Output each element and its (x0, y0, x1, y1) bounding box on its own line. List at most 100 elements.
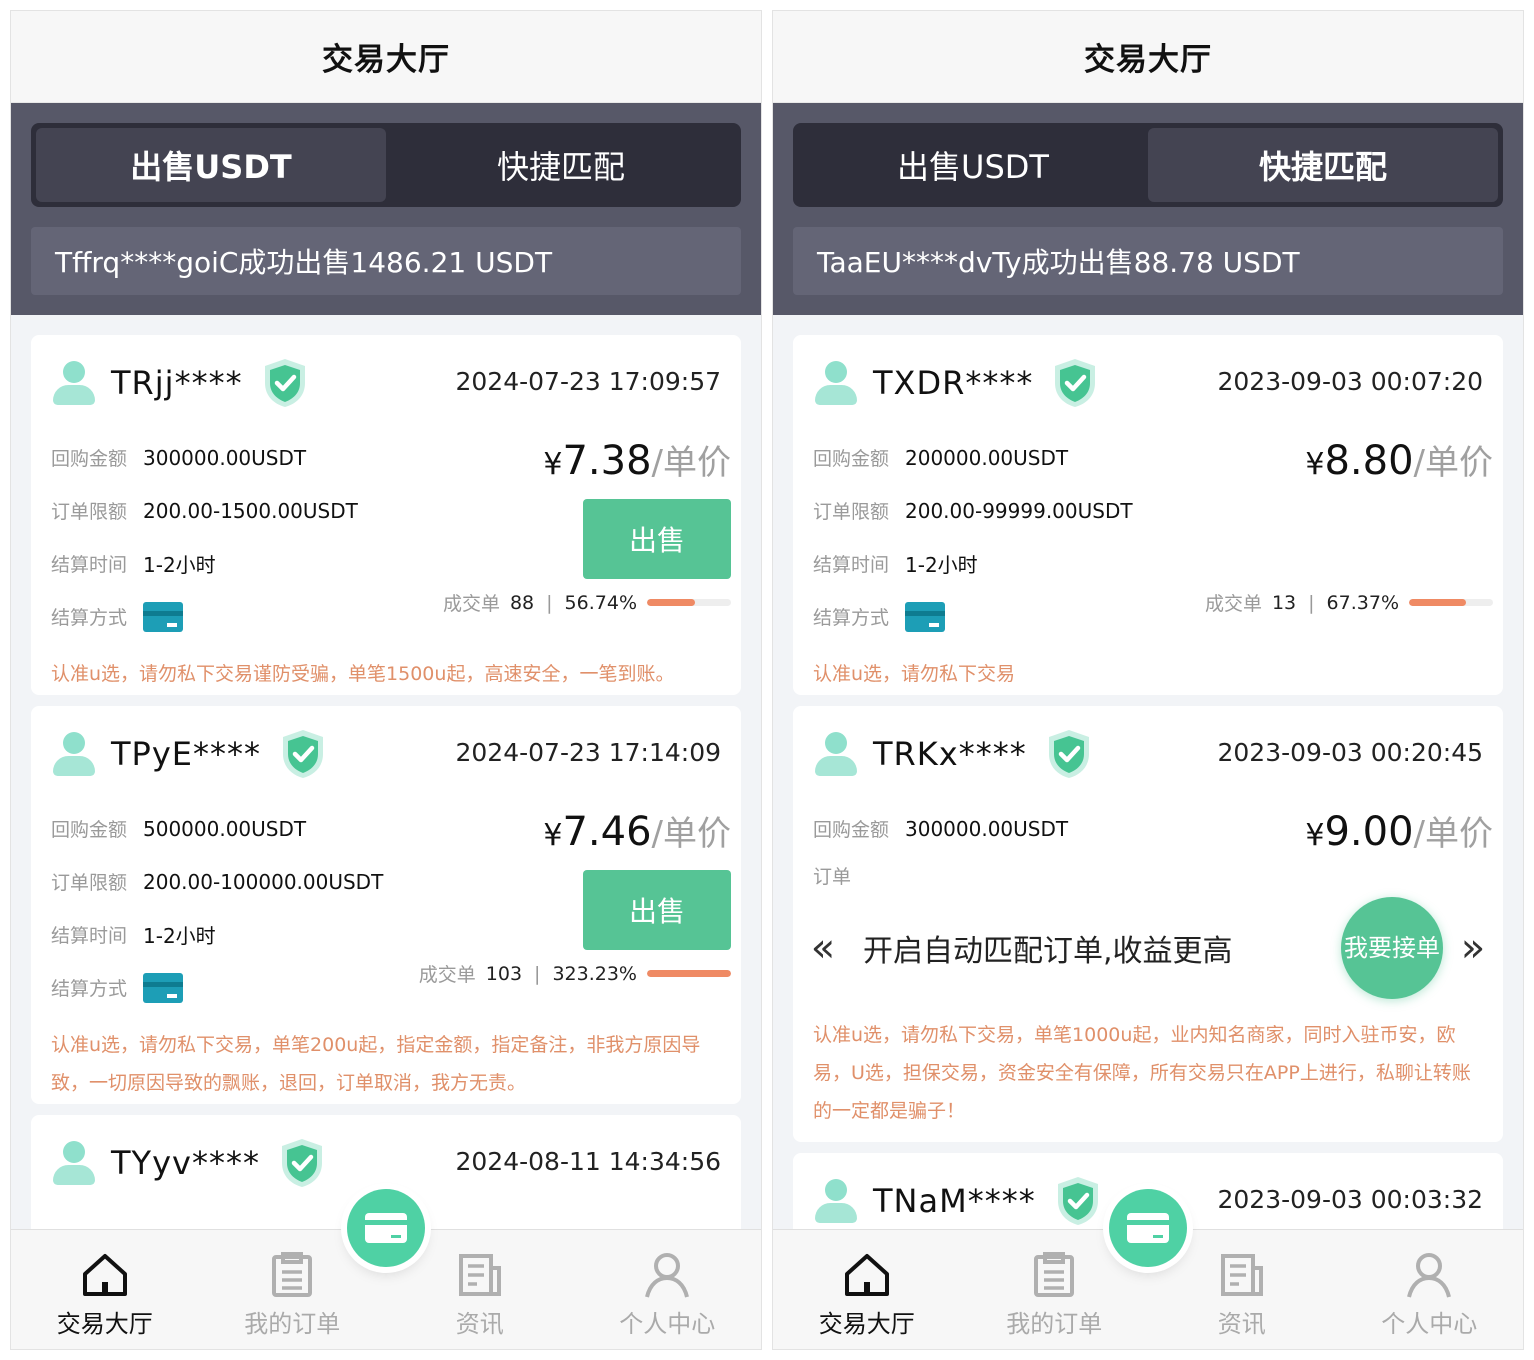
order-timestamp: 2024-08-11 14:34:56 (455, 1147, 721, 1176)
username: TXDR**** (873, 364, 1034, 402)
news-icon (458, 1254, 501, 1296)
sell-button[interactable]: 出售 (583, 870, 731, 950)
amount-value: 300000.00USDT (143, 445, 307, 470)
wallet-fab[interactable] (347, 1189, 425, 1267)
card-icon (1127, 1213, 1169, 1243)
user-icon (1407, 1253, 1452, 1298)
bank-card-icon (905, 601, 945, 632)
news-icon (1220, 1254, 1263, 1296)
settle-time-label: 结算时间 (51, 925, 128, 947)
username: TRKx**** (873, 735, 1027, 773)
order-note: 认准u选，请勿私下交易谨防受骗，单笔1500u起，高速安全，一笔到账。 (51, 663, 675, 685)
settle-time-row: 结算时间 1-2小时 (793, 537, 1503, 590)
page-title: 交易大厅 (322, 42, 450, 78)
verified-shield-icon (264, 359, 305, 407)
card-header: TXDR**** 2023-09-03 00:07:20 (793, 335, 1503, 431)
limit-label: 订单限额 (813, 501, 890, 523)
limit-label: 订单限额 (51, 872, 128, 894)
tab-quick-match[interactable]: 快捷匹配 (386, 128, 736, 202)
sell-button[interactable]: 出售 (583, 499, 731, 579)
order-card: TPyE**** 2024-07-23 17:14:09 回购金额 500000.… (31, 706, 741, 1104)
nav-trading-hall[interactable]: 交易大厅 (773, 1230, 961, 1349)
avatar (813, 1177, 861, 1225)
limit-value: 200.00-99999.00USDT (905, 498, 1133, 523)
settle-time-value: 1-2小时 (905, 553, 978, 577)
verified-shield-icon (1048, 730, 1089, 778)
settle-method-label: 结算方式 (813, 607, 890, 629)
tab-sell-usdt[interactable]: 出售USDT (36, 128, 386, 202)
username: TPyE**** (111, 735, 261, 773)
order-note: 认准u选，请勿私下交易，单笔1000u起，业内知名商家，同时入驻币安，欧易，U选… (813, 1024, 1471, 1122)
order-card: TXDR**** 2023-09-03 00:07:20 回购金额 200000.… (793, 335, 1503, 695)
username: TRjj**** (111, 364, 243, 402)
order-timestamp: 2024-07-23 17:09:57 (455, 367, 721, 396)
limit-value: 200.00-100000.00USDT (143, 869, 384, 894)
deal-stats: 成交单 88 | 56.74% (443, 589, 731, 616)
card-header: TPyE**** 2024-07-23 17:14:09 (31, 706, 741, 802)
amount-label: 回购金额 (813, 819, 890, 841)
nav-profile[interactable]: 个人中心 (574, 1230, 762, 1349)
settle-method-label: 结算方式 (51, 607, 128, 629)
sale-ticker: TaaEU****dvTy成功出售88.78 USDT (793, 227, 1503, 295)
settle-time-label: 结算时间 (813, 554, 890, 576)
accept-order-button[interactable]: 我要接单 (1341, 897, 1443, 999)
completion-progress (1409, 599, 1493, 606)
tab-bar: 出售USDT 快捷匹配 (31, 123, 741, 207)
order-card: TRKx**** 2023-09-03 00:20:45 回购金额 300000.… (793, 706, 1503, 1142)
limit-value: 200.00-1500.00USDT (143, 498, 358, 523)
sale-ticker: Tffrq****goiC成功出售1486.21 USDT (31, 227, 741, 295)
order-note: 认准u选，请勿私下交易 (813, 663, 1016, 685)
top-bar: 交易大厅 (11, 11, 761, 103)
settle-time-value: 1-2小时 (143, 924, 216, 948)
next-chevron-icon[interactable]: » (1443, 925, 1503, 971)
bank-card-icon (143, 972, 183, 1003)
unit-price: ¥7.46/单价 (543, 809, 731, 855)
tab-sell-usdt[interactable]: 出售USDT (798, 128, 1148, 202)
verified-shield-icon (283, 730, 323, 778)
unit-price: ¥9.00/单价 (1305, 809, 1493, 855)
settle-time-value: 1-2小时 (143, 553, 216, 577)
clipboard-icon (272, 1252, 313, 1297)
settle-method-label: 结算方式 (51, 978, 128, 1000)
header-panel: 出售USDT 快捷匹配 Tffrq****goiC成功出售1486.21 USD… (11, 103, 761, 315)
order-card: TRjj**** 2024-07-23 17:09:57 回购金额 300000.… (31, 335, 741, 695)
order-list: TXDR**** 2023-09-03 00:07:20 回购金额 200000.… (773, 315, 1523, 1229)
bank-card-icon (143, 601, 183, 632)
header-panel: 出售USDT 快捷匹配 TaaEU****dvTy成功出售88.78 USDT (773, 103, 1523, 315)
username: TYyv**** (111, 1144, 260, 1182)
limit-row: 订单 (793, 855, 1503, 895)
avatar (813, 359, 861, 407)
home-icon (82, 1254, 127, 1296)
top-bar: 交易大厅 (773, 11, 1523, 103)
avatar (51, 730, 99, 778)
verified-shield-icon (281, 1139, 322, 1187)
limit-label: 订单限额 (51, 501, 128, 523)
screen-right: 交易大厅 出售USDT 快捷匹配 TaaEU****dvTy成功出售88.78 … (772, 10, 1524, 1350)
order-timestamp: 2023-09-03 00:07:20 (1217, 367, 1483, 396)
amount-label: 回购金额 (51, 819, 128, 841)
deal-stats: 成交单 103 | 323.23% (419, 960, 731, 987)
wallet-fab[interactable] (1109, 1189, 1187, 1267)
clipboard-icon (1034, 1252, 1075, 1297)
avatar (51, 359, 99, 407)
settle-time-label: 结算时间 (51, 554, 128, 576)
order-timestamp: 2024-07-23 17:14:09 (455, 738, 721, 767)
avatar (813, 730, 861, 778)
username: TNaM**** (873, 1182, 1036, 1220)
auto-match-banner: « 开启自动匹配订单,收益更高 我要接单 » (793, 897, 1503, 999)
user-icon (645, 1253, 690, 1298)
limit-row: 订单限额 200.00-99999.00USDT (793, 484, 1503, 537)
order-note: 认准u选，请勿私下交易，单笔200u起，指定金额，指定备注，非我方原因导致，一切… (51, 1034, 701, 1094)
tab-quick-match[interactable]: 快捷匹配 (1148, 128, 1498, 202)
nav-trading-hall[interactable]: 交易大厅 (11, 1230, 199, 1349)
nav-profile[interactable]: 个人中心 (1336, 1230, 1524, 1349)
amount-label: 回购金额 (813, 448, 890, 470)
card-header: TRKx**** 2023-09-03 00:20:45 (793, 706, 1503, 802)
unit-price: ¥8.80/单价 (1305, 438, 1493, 484)
amount-value: 300000.00USDT (905, 816, 1069, 841)
avatar (51, 1139, 99, 1187)
card-icon (365, 1213, 407, 1243)
amount-value: 200000.00USDT (905, 445, 1069, 470)
screen-left: 交易大厅 出售USDT 快捷匹配 Tffrq****goiC成功出售1486.2… (10, 10, 762, 1350)
prev-chevron-icon[interactable]: « (793, 925, 853, 971)
